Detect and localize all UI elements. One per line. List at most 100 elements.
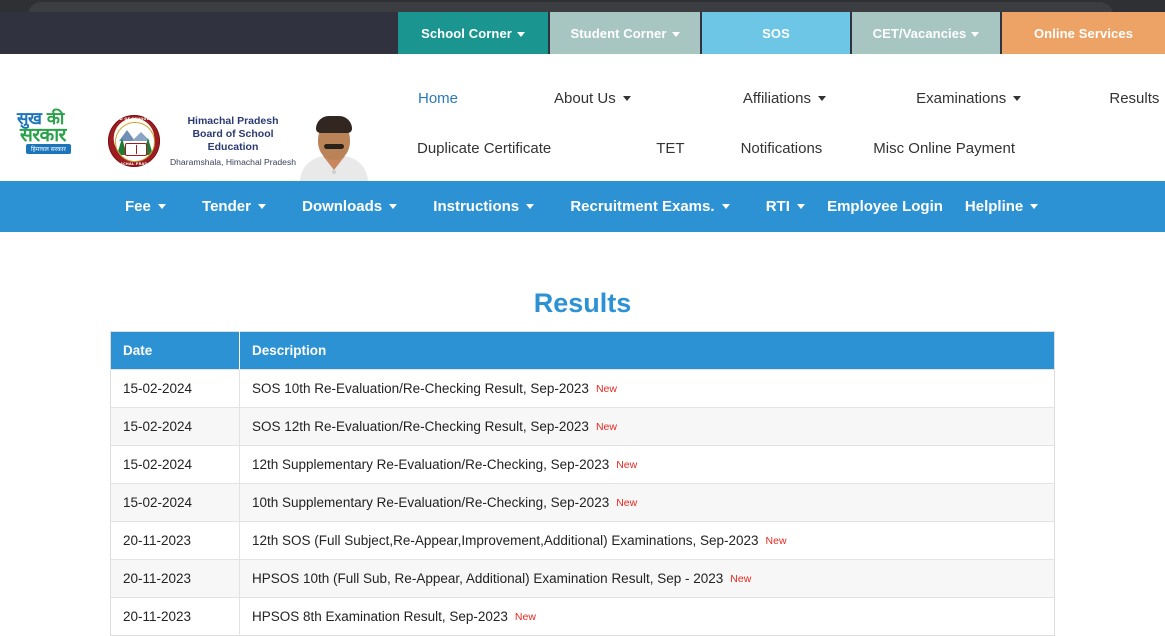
nav-item-label: RTI bbox=[765, 198, 790, 215]
top-tab-student-corner[interactable]: Student Corner bbox=[550, 12, 700, 54]
new-badge: New bbox=[514, 611, 536, 623]
nav-item-instructions[interactable]: Instructions bbox=[433, 198, 535, 215]
top-tab-school-corner[interactable]: School Corner bbox=[398, 12, 548, 54]
brand-area: सुख की सरकार हिमाचल सरकार BOARD OF SCHOO… bbox=[0, 54, 400, 212]
nav-item-fee[interactable]: Fee bbox=[125, 198, 167, 215]
results-table: Date Description 15-02-2024 SOS 10th Re-E… bbox=[110, 331, 1055, 636]
menu-item-label: Examinations bbox=[916, 90, 1007, 107]
menu-item-affiliations[interactable]: Affiliations bbox=[742, 90, 827, 107]
new-badge: New bbox=[730, 573, 752, 585]
table-row[interactable]: 20-11-2023 HPSOS 8th Examination Result, … bbox=[110, 597, 1055, 636]
nav-item-label: Downloads bbox=[302, 198, 383, 215]
cell-date: 15-02-2024 bbox=[110, 369, 240, 408]
table-row[interactable]: 20-11-2023 HPSOS 10th (Full Sub, Re-Appea… bbox=[110, 559, 1055, 598]
chevron-down-icon bbox=[797, 204, 806, 209]
menu-item-duplicate-certificate[interactable]: Duplicate Certificate bbox=[417, 140, 551, 157]
nav-item-label: Employee Login bbox=[827, 198, 943, 215]
emblem-bottom-text: HIMACHAL PRADESH bbox=[111, 161, 157, 166]
menu-item-examinations[interactable]: Examinations bbox=[916, 90, 1022, 107]
top-tab-cet-vacancies[interactable]: CET/Vacancies bbox=[852, 12, 1000, 54]
menu-item-results[interactable]: Results bbox=[1109, 90, 1159, 107]
top-utility-bar: School Corner Student Corner SOS CET/Vac… bbox=[0, 12, 1165, 54]
cell-description: SOS 10th Re-Evaluation/Re-Checking Resul… bbox=[239, 369, 1055, 408]
cell-description: 12th SOS (Full Subject,Re-Appear,Improve… bbox=[239, 521, 1055, 560]
chevron-down-icon bbox=[1013, 96, 1022, 101]
chevron-down-icon bbox=[622, 96, 631, 101]
result-link[interactable]: SOS 10th Re-Evaluation/Re-Checking Resul… bbox=[252, 381, 589, 396]
top-tab-online-services[interactable]: Online Services bbox=[1002, 12, 1165, 54]
emblem-top-text: BOARD OF SCHOOL EDUCATION bbox=[108, 116, 160, 121]
board-title-location: Dharamshala, Himachal Pradesh bbox=[169, 157, 297, 167]
new-badge: New bbox=[616, 497, 638, 509]
top-tab-label: SOS bbox=[762, 25, 790, 41]
result-link[interactable]: 12th Supplementary Re-Evaluation/Re-Chec… bbox=[252, 457, 609, 472]
result-link[interactable]: 12th SOS (Full Subject,Re-Appear,Improve… bbox=[252, 533, 759, 548]
menu-item-label: Affiliations bbox=[742, 90, 811, 107]
column-header-date: Date bbox=[110, 331, 240, 370]
table-row[interactable]: 20-11-2023 12th SOS (Full Subject,Re-Appe… bbox=[110, 521, 1055, 560]
column-header-description: Description bbox=[239, 331, 1055, 370]
chevron-down-icon bbox=[721, 204, 730, 209]
board-title-line1: Himachal Pradesh bbox=[187, 115, 279, 127]
result-link[interactable]: HPSOS 8th Examination Result, Sep-2023 bbox=[252, 609, 508, 624]
cell-description: HPSOS 8th Examination Result, Sep-2023 Ne… bbox=[239, 597, 1055, 636]
nav-item-label: Tender bbox=[202, 198, 251, 215]
results-table-head: Date Description bbox=[110, 331, 1055, 370]
chevron-down-icon bbox=[526, 204, 535, 209]
table-row[interactable]: 15-02-2024 12th Supplementary Re-Evaluati… bbox=[110, 445, 1055, 484]
menu-item-home[interactable]: Home bbox=[418, 90, 458, 107]
chevron-down-icon bbox=[516, 31, 525, 37]
menu-item-label: Home bbox=[418, 90, 459, 107]
portrait-moustache bbox=[324, 144, 344, 149]
nav-item-label: Fee bbox=[125, 198, 151, 215]
menu-item-misc-online-payment[interactable]: Misc Online Payment bbox=[873, 140, 1015, 157]
table-row[interactable]: 15-02-2024 SOS 12th Re-Evaluation/Re-Chec… bbox=[110, 407, 1055, 446]
menu-item-tet[interactable]: TET bbox=[656, 140, 684, 157]
browser-url-bar[interactable] bbox=[28, 2, 1113, 12]
cell-description: SOS 12th Re-Evaluation/Re-Checking Resul… bbox=[239, 407, 1055, 446]
new-badge: New bbox=[616, 459, 638, 471]
menu-item-label: Duplicate Certificate bbox=[417, 140, 552, 157]
menu-item-label: About Us bbox=[554, 90, 616, 107]
new-badge: New bbox=[765, 535, 787, 547]
board-title: Himachal Pradesh Board of School Educati… bbox=[168, 115, 298, 169]
cell-date: 20-11-2023 bbox=[110, 597, 240, 636]
cell-description: HPSOS 10th (Full Sub, Re-Appear, Additio… bbox=[239, 559, 1055, 598]
nav-item-employee-login[interactable]: Employee Login bbox=[827, 198, 943, 215]
menu-item-label: Results bbox=[1109, 90, 1160, 107]
menu-item-about-us[interactable]: About Us bbox=[554, 90, 631, 107]
result-link[interactable]: SOS 12th Re-Evaluation/Re-Checking Resul… bbox=[252, 419, 589, 434]
result-link[interactable]: HPSOS 10th (Full Sub, Re-Appear, Additio… bbox=[252, 571, 723, 586]
secondary-nav-items: Fee Tender Downloads Instructions Recrui… bbox=[125, 198, 1039, 215]
nav-item-recruitment-exams[interactable]: Recruitment Exams. bbox=[570, 198, 730, 215]
menu-item-notifications[interactable]: Notifications bbox=[741, 140, 823, 157]
portrait-hair bbox=[316, 116, 352, 133]
nav-item-downloads[interactable]: Downloads bbox=[302, 198, 398, 215]
top-tab-label: Online Services bbox=[1033, 25, 1134, 41]
chevron-down-icon bbox=[258, 204, 267, 209]
site-header: सुख की सरकार हिमाचल सरकार BOARD OF SCHOO… bbox=[0, 54, 1165, 212]
primary-menu: Home About Us Affiliations Examinations … bbox=[400, 54, 1165, 181]
primary-menu-row-2: Duplicate Certificate TET Notifications … bbox=[400, 140, 1165, 157]
cell-description: 12th Supplementary Re-Evaluation/Re-Chec… bbox=[239, 445, 1055, 484]
nav-item-rti[interactable]: RTI bbox=[765, 198, 806, 215]
top-tab-sos[interactable]: SOS bbox=[702, 12, 850, 54]
chevron-down-icon bbox=[818, 96, 827, 101]
table-row[interactable]: 15-02-2024 10th Supplementary Re-Evaluati… bbox=[110, 483, 1055, 522]
emblem-inner-scene bbox=[115, 122, 155, 162]
nav-item-label: Instructions bbox=[433, 198, 520, 215]
emblem-open-book-icon bbox=[125, 143, 147, 156]
nav-item-helpline[interactable]: Helpline bbox=[965, 198, 1039, 215]
hpbose-emblem-icon: BOARD OF SCHOOL EDUCATION HIMACHAL PRADE… bbox=[108, 115, 160, 167]
sukh-ki-sarkar-logo: सुख की सरकार हिमाचल सरकार bbox=[14, 110, 102, 156]
new-badge: New bbox=[595, 383, 617, 395]
sukh-logo-banner: हिमाचल सरकार bbox=[26, 144, 71, 154]
menu-item-label: TET bbox=[656, 140, 685, 157]
nav-item-tender[interactable]: Tender bbox=[202, 198, 267, 215]
table-row[interactable]: 15-02-2024 SOS 10th Re-Evaluation/Re-Chec… bbox=[110, 369, 1055, 408]
table-header-row: Date Description bbox=[110, 331, 1055, 370]
result-link[interactable]: 10th Supplementary Re-Evaluation/Re-Chec… bbox=[252, 495, 609, 510]
browser-chrome-sliver bbox=[0, 0, 1165, 12]
chevron-down-icon bbox=[158, 204, 167, 209]
new-badge: New bbox=[595, 421, 617, 433]
